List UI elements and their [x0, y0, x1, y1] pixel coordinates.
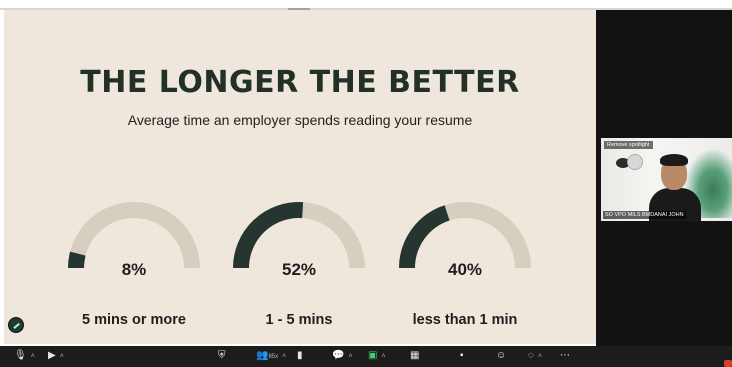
- meeting-toolbar: 🎙 ˄ ▶ ˄ ⛨ 👥85x ˄ ▮ 💬 ˄ ▣ ˄ ▦ ▪ ☺ ◌ ˄ ⋯: [0, 346, 732, 367]
- whiteboard-icon: ◌: [528, 350, 534, 361]
- participant-hair: [660, 154, 688, 166]
- more-icon: ⋯: [560, 350, 570, 361]
- gauge-value: 52%: [281, 260, 317, 279]
- end-meeting-button[interactable]: [724, 360, 732, 367]
- security-button[interactable]: ⛨: [218, 350, 226, 362]
- whiteboard-button[interactable]: ◌ ˄: [528, 350, 542, 363]
- participant-name-label: SO VPO MILS BMDANAI JOHN: [603, 211, 686, 219]
- gauge-label: 1 - 5 mins: [265, 312, 333, 328]
- chevron-down-icon[interactable]: ˄: [31, 353, 35, 360]
- breakout-rooms-icon: ▦: [410, 350, 420, 361]
- gauge-label: less than 1 min: [412, 312, 518, 328]
- gauge-1-5-mins: 52% 1 - 5 mins: [231, 186, 367, 328]
- chevron-down-icon[interactable]: ˄: [60, 353, 64, 360]
- chevron-down-icon[interactable]: ˄: [282, 353, 286, 360]
- chevron-down-icon[interactable]: ˄: [348, 353, 352, 360]
- apps-grid-icon: ▪: [460, 350, 464, 361]
- slide-title: THE LONGER THE BETTER: [80, 65, 520, 100]
- participants-button[interactable]: 👥85x ˄: [256, 350, 286, 363]
- shield-icon: ⛨: [218, 350, 226, 361]
- video-button[interactable]: ▶ ˄: [48, 350, 64, 363]
- participants-count: 85x: [268, 354, 279, 360]
- participant-video-tile[interactable]: Remove spotlight SO VPO MILS BMDANAI JOH…: [601, 138, 732, 221]
- apps-button[interactable]: ▪: [460, 350, 464, 362]
- share-screen-button[interactable]: ▣ ˄: [368, 350, 386, 363]
- mute-button[interactable]: 🎙 ˄: [14, 350, 35, 363]
- chat-button[interactable]: 💬 ˄: [332, 350, 353, 363]
- slide-subtitle: Average time an employer spends reading …: [127, 112, 473, 128]
- chevron-down-icon[interactable]: ˄: [538, 353, 542, 360]
- breakout-rooms-button[interactable]: ▦: [410, 350, 419, 362]
- polls-button[interactable]: ▮: [297, 350, 303, 362]
- reactions-button[interactable]: ☺: [496, 350, 506, 362]
- spotlight-label[interactable]: Remove spotlight: [604, 141, 653, 149]
- microphone-icon: 🎙: [14, 350, 27, 361]
- bar-chart-icon: ▮: [297, 350, 303, 361]
- camera-icon: ▶: [48, 350, 56, 361]
- chat-icon: 💬: [332, 350, 345, 361]
- annotation-tool-icon[interactable]: [8, 317, 24, 333]
- gauge-label: 5 mins or more: [82, 312, 186, 328]
- shared-screen-slide: THE LONGER THE BETTER Average time an em…: [4, 10, 596, 344]
- gauge-value: 40%: [447, 260, 483, 279]
- share-screen-icon: ▣: [368, 350, 378, 361]
- gauge-5-mins-or-more: 8% 5 mins or more: [66, 186, 202, 328]
- video-object: [627, 154, 643, 170]
- gauge-value: 8%: [121, 260, 147, 279]
- chevron-down-icon[interactable]: ˄: [381, 353, 385, 360]
- more-button[interactable]: ⋯: [560, 350, 570, 362]
- participants-icon: 👥: [256, 350, 269, 361]
- emoji-icon: ☺: [496, 350, 507, 361]
- gauge-less-than-1-min: 40% less than 1 min: [397, 186, 533, 328]
- meeting-window: THE LONGER THE BETTER Average time an em…: [0, 0, 732, 367]
